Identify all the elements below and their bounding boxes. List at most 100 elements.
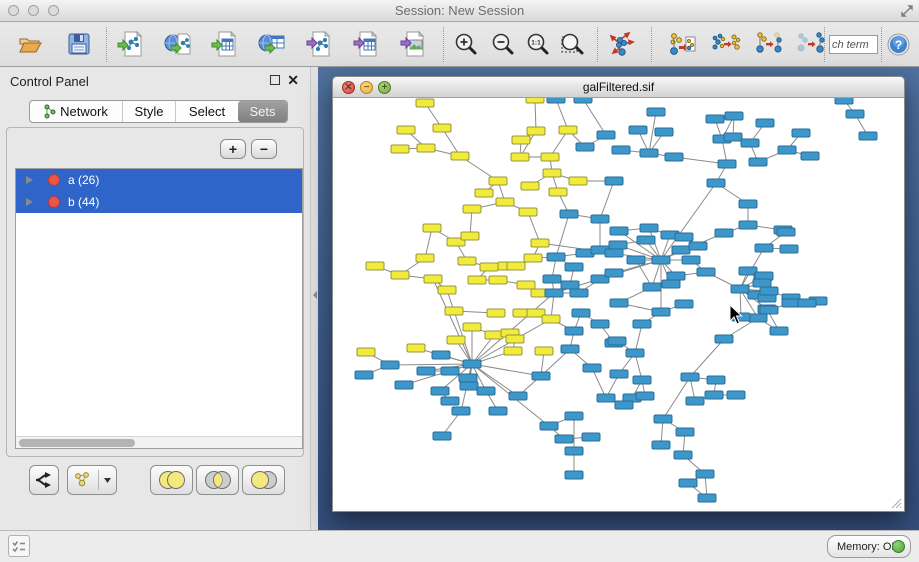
network-node[interactable] xyxy=(417,144,435,152)
set-row-b[interactable]: b (44) xyxy=(16,191,302,213)
network-node[interactable] xyxy=(570,289,588,297)
network-node[interactable] xyxy=(543,275,561,283)
network-node[interactable] xyxy=(675,300,693,308)
network-node[interactable] xyxy=(605,269,623,277)
import-network-file-button[interactable] xyxy=(116,28,146,60)
network-node[interactable] xyxy=(610,299,628,307)
network-node[interactable] xyxy=(489,177,507,185)
copy-group-button[interactable] xyxy=(711,28,741,60)
network-node[interactable] xyxy=(397,126,415,134)
network-node[interactable] xyxy=(395,381,413,389)
network-node[interactable] xyxy=(445,307,463,315)
network-node[interactable] xyxy=(555,435,573,443)
network-node[interactable] xyxy=(672,246,690,254)
network-node[interactable] xyxy=(731,285,749,293)
add-set-button[interactable]: + xyxy=(220,139,246,159)
export-image-button[interactable] xyxy=(398,28,428,60)
network-node[interactable] xyxy=(452,407,470,415)
network-node[interactable] xyxy=(647,108,665,116)
network-node[interactable] xyxy=(463,360,481,368)
network-node[interactable] xyxy=(527,127,545,135)
network-node[interactable] xyxy=(615,401,633,409)
zoom-fit-selected-button[interactable] xyxy=(558,28,588,60)
network-node[interactable] xyxy=(627,256,645,264)
network-node[interactable] xyxy=(801,152,819,160)
network-node[interactable] xyxy=(532,372,550,380)
network-node[interactable] xyxy=(441,397,459,405)
expand-set-icon[interactable] xyxy=(26,176,33,184)
network-node[interactable] xyxy=(355,371,373,379)
import-table-file-button[interactable] xyxy=(210,28,240,60)
network-node[interactable] xyxy=(724,133,742,141)
network-node[interactable] xyxy=(540,422,558,430)
close-panel-icon[interactable]: ✕ xyxy=(287,71,299,89)
network-node[interactable] xyxy=(391,271,409,279)
collapse-group-button[interactable] xyxy=(754,28,784,60)
intersection-of-sets-button[interactable] xyxy=(196,465,239,495)
network-node[interactable] xyxy=(608,337,626,345)
network-node[interactable] xyxy=(846,110,864,118)
network-node[interactable] xyxy=(705,391,723,399)
network-node[interactable] xyxy=(417,367,435,375)
network-node[interactable] xyxy=(565,471,583,479)
zoom-in-button[interactable] xyxy=(451,28,481,60)
network-node[interactable] xyxy=(636,392,654,400)
tab-sets[interactable]: Sets xyxy=(238,101,287,122)
network-node[interactable] xyxy=(519,208,537,216)
network-node[interactable] xyxy=(485,331,503,339)
expand-group-button[interactable] xyxy=(796,28,826,60)
network-node[interactable] xyxy=(633,376,651,384)
network-node[interactable] xyxy=(698,494,716,502)
network-canvas[interactable] xyxy=(333,98,904,511)
network-node[interactable] xyxy=(507,262,525,270)
network-node[interactable] xyxy=(674,451,692,459)
network-node[interactable] xyxy=(459,374,477,382)
network-node[interactable] xyxy=(559,126,577,134)
help-button[interactable]: ? xyxy=(887,33,910,56)
network-node[interactable] xyxy=(549,188,567,196)
network-view-frame[interactable]: ✕ − + galFiltered.sif xyxy=(332,76,905,512)
set-row-a[interactable]: a (26) xyxy=(16,169,302,191)
network-node[interactable] xyxy=(407,344,425,352)
export-network-button[interactable] xyxy=(304,28,334,60)
network-node[interactable] xyxy=(654,415,672,423)
network-node[interactable] xyxy=(357,348,375,356)
network-node[interactable] xyxy=(565,327,583,335)
dropdown-arrow-icon[interactable] xyxy=(103,476,112,484)
network-node[interactable] xyxy=(652,441,670,449)
network-node[interactable] xyxy=(565,263,583,271)
network-node[interactable] xyxy=(561,345,579,353)
network-node[interactable] xyxy=(715,335,733,343)
network-node[interactable] xyxy=(506,335,524,343)
network-node[interactable] xyxy=(416,254,434,262)
network-node[interactable] xyxy=(391,145,409,153)
network-node[interactable] xyxy=(460,382,478,390)
network-node[interactable] xyxy=(447,336,465,344)
network-node[interactable] xyxy=(512,136,530,144)
network-node[interactable] xyxy=(475,189,493,197)
network-node[interactable] xyxy=(480,263,498,271)
network-node[interactable] xyxy=(626,349,644,357)
network-node[interactable] xyxy=(739,221,757,229)
network-node[interactable] xyxy=(643,283,661,291)
network-node[interactable] xyxy=(597,394,615,402)
network-node[interactable] xyxy=(547,253,565,261)
network-node[interactable] xyxy=(463,323,481,331)
network-node[interactable] xyxy=(561,281,579,289)
network-node[interactable] xyxy=(574,98,592,103)
network-node[interactable] xyxy=(366,262,384,270)
network-node[interactable] xyxy=(675,233,693,241)
network-node[interactable] xyxy=(432,351,450,359)
network-node[interactable] xyxy=(689,242,707,250)
network-node[interactable] xyxy=(780,245,798,253)
network-node[interactable] xyxy=(706,115,724,123)
network-node[interactable] xyxy=(496,198,514,206)
network-node[interactable] xyxy=(547,98,565,103)
network-node[interactable] xyxy=(667,272,685,280)
tab-style[interactable]: Style xyxy=(122,101,175,122)
network-node[interactable] xyxy=(535,347,553,355)
network-node[interactable] xyxy=(504,347,522,355)
network-node[interactable] xyxy=(461,232,479,240)
new-group-button[interactable] xyxy=(667,28,697,60)
network-node[interactable] xyxy=(468,276,486,284)
